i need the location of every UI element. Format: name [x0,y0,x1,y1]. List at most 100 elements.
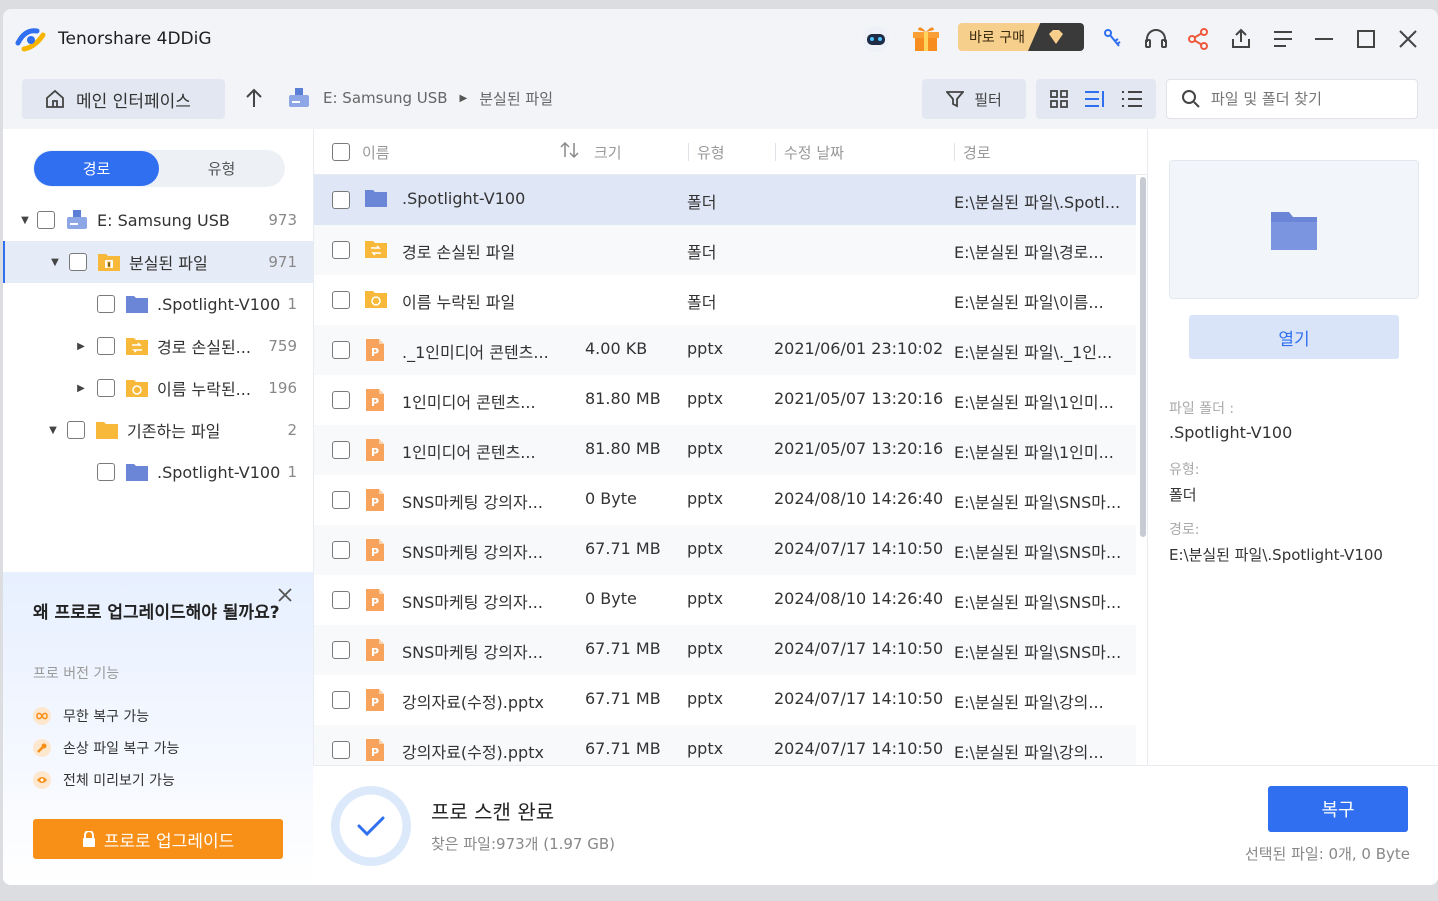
row-checkbox[interactable] [332,341,350,359]
status-bar: 프로 스캔 완료 찾은 파일:973개 (1.97 GB) 복구 선택된 파일:… [313,765,1438,885]
row-checkbox[interactable] [332,191,350,209]
recover-button[interactable]: 복구 [1268,786,1408,832]
column-size[interactable]: 크기 [594,142,622,163]
headset-icon[interactable] [1141,24,1171,54]
table-row[interactable]: P 1인미디어 콘텐츠... 81.80 MB pptx 2021/05/07 13:2… [314,375,1136,425]
row-checkbox[interactable] [332,641,350,659]
tree-item-path-lost[interactable]: ▶ 경로 손실된... 759 [3,325,313,367]
tree-item-spotlight-2[interactable]: .Spotlight-V100 1 [3,451,313,493]
buy-now-button[interactable]: 바로 구매 [958,23,1084,51]
file-path: E:\분실된 파일\SNS마... [954,593,1122,612]
minimize-icon[interactable] [1309,24,1339,54]
row-checkbox[interactable] [332,391,350,409]
tree-item-drive[interactable]: ▼ E: Samsung USB 973 [3,199,313,241]
column-modified[interactable]: 수정 날짜 [784,142,844,163]
maximize-icon[interactable] [1351,24,1381,54]
table-row[interactable]: P SNS마케팅 강의자... 0 Byte pptx 2024/08/10 14:26… [314,575,1136,625]
filter-button[interactable]: 필터 [922,79,1026,119]
tree-checkbox[interactable] [97,337,115,355]
row-checkbox[interactable] [332,491,350,509]
tree-item-existing-files[interactable]: ▼ 기존하는 파일 2 [3,409,313,451]
expand-caret-icon[interactable]: ▼ [17,215,33,226]
expand-caret-icon[interactable]: ▶ [73,383,89,394]
gift-icon[interactable] [911,24,941,54]
key-icon[interactable] [1097,24,1127,54]
pptx-file-icon: P [364,388,386,416]
breadcrumb-folder[interactable]: 분실된 파일 [479,88,553,109]
upgrade-button[interactable]: 프로로 업그레이드 [33,819,283,859]
tree-item-lost-files[interactable]: ▼ 분실된 파일 971 [3,241,313,283]
usb-drive-icon [289,88,309,107]
file-name: 1인미디어 콘텐츠... [402,443,536,462]
tree-checkbox[interactable] [97,463,115,481]
up-arrow-icon[interactable] [243,87,265,113]
column-type[interactable]: 유형 [697,142,725,163]
file-name: 강의자료(수정).pptx [402,693,544,712]
column-divider[interactable] [954,143,955,161]
table-row[interactable]: P SNS마케팅 강의자... 67.71 MB pptx 2024/07/17 14:… [314,625,1136,675]
table-row[interactable]: .Spotlight-V100 폴더 E:\분실된 파일\.Spotl... [314,175,1136,225]
search-input[interactable] [1211,90,1411,108]
folder-icon [95,420,119,440]
file-name: 경로 손실된 파일 [402,243,516,262]
home-button[interactable]: 메인 인터페이스 [22,79,225,119]
close-icon[interactable] [1393,24,1423,54]
robot-icon[interactable] [861,24,891,54]
tree-item-count: 759 [268,337,297,355]
name-folder-icon [364,288,388,314]
file-path: E:\분실된 파일\강의... [954,743,1104,762]
row-checkbox[interactable] [332,691,350,709]
expand-caret-icon[interactable]: ▼ [45,425,61,436]
tree-item-spotlight[interactable]: .Spotlight-V100 1 [3,283,313,325]
file-type: pptx [687,639,724,658]
view-segment: 경로 유형 [33,150,285,187]
upgrade-button-label: 프로로 업그레이드 [103,831,235,852]
expand-caret-icon[interactable]: ▶ [73,341,89,352]
row-checkbox[interactable] [332,441,350,459]
table-row[interactable]: P SNS마케팅 강의자... 0 Byte pptx 2024/08/10 14:26… [314,475,1136,525]
expand-caret-icon[interactable]: ▼ [47,257,63,268]
sort-icon[interactable] [560,141,580,163]
tree-item-name-lost[interactable]: ▶ 이름 누락된... 196 [3,367,313,409]
tree-checkbox[interactable] [69,253,87,271]
share-icon[interactable] [1183,24,1213,54]
open-button[interactable]: 열기 [1189,315,1399,359]
table-row[interactable]: P 강의자료(수정).pptx 67.71 MB pptx 2024/07/17 14:… [314,675,1136,725]
row-checkbox[interactable] [332,741,350,759]
export-icon[interactable] [1226,24,1256,54]
row-checkbox[interactable] [332,591,350,609]
grid-view-icon[interactable] [1049,89,1069,109]
tree-checkbox[interactable] [97,379,115,397]
table-row[interactable]: P ._1인미디어 콘텐츠... 4.00 KB pptx 2021/06/01 23:… [314,325,1136,375]
tab-type[interactable]: 유형 [159,151,284,186]
column-name[interactable]: 이름 [362,142,390,163]
table-row[interactable]: 경로 손실된 파일 폴더 E:\분실된 파일\경로... [314,225,1136,275]
tree-checkbox[interactable] [37,211,55,229]
scrollbar[interactable] [1140,177,1146,537]
detail-view-icon[interactable] [1084,89,1106,109]
file-size: 67.71 MB [585,639,661,658]
feature-label: 무한 복구 가능 [63,709,150,725]
feature-label: 전체 미리보기 가능 [63,773,175,789]
breadcrumb-drive[interactable]: E: Samsung USB [323,89,448,107]
tree-item-label: 분실된 파일 [129,254,208,273]
row-checkbox[interactable] [332,291,350,309]
file-type: pptx [687,439,724,458]
tree-checkbox[interactable] [67,421,85,439]
table-row[interactable]: 이름 누락된 파일 폴더 E:\분실된 파일\이름... [314,275,1136,325]
row-checkbox[interactable] [332,541,350,559]
tree-checkbox[interactable] [97,295,115,313]
wrench-icon [33,739,51,757]
list-view-icon[interactable] [1121,89,1143,109]
file-date: 2024/07/17 14:10:50 [774,539,944,558]
tab-path[interactable]: 경로 [34,151,159,186]
table-row[interactable]: P 1인미디어 콘텐츠... 81.80 MB pptx 2021/05/07 13:2… [314,425,1136,475]
column-divider[interactable] [775,143,776,161]
select-all-checkbox[interactable] [332,143,350,161]
home-label: 메인 인터페이스 [76,91,191,112]
column-divider[interactable] [688,143,689,161]
menu-icon[interactable] [1268,24,1298,54]
row-checkbox[interactable] [332,241,350,259]
column-path[interactable]: 경로 [963,142,991,163]
table-row[interactable]: P SNS마케팅 강의자... 67.71 MB pptx 2024/07/17 14:… [314,525,1136,575]
